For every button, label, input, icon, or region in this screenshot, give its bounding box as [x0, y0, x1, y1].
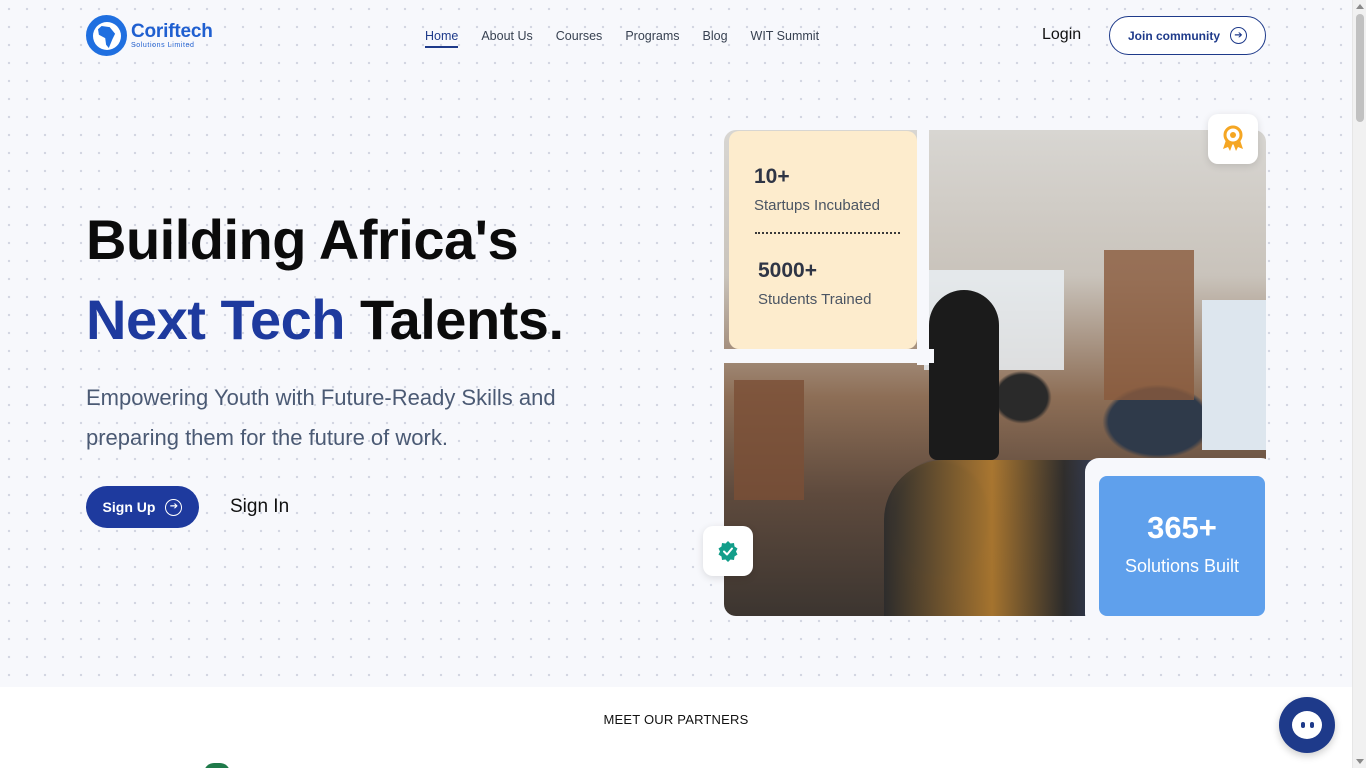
- divider: [755, 232, 900, 234]
- award-ribbon-icon: [1208, 114, 1258, 164]
- hero-title-line1: Building Africa's: [86, 208, 519, 271]
- scroll-up-arrow-icon[interactable]: [1356, 4, 1364, 9]
- chat-bubble-icon: [1292, 711, 1322, 739]
- hero-subtitle: Empowering Youth with Future-Ready Skill…: [86, 385, 556, 450]
- nav-home[interactable]: Home: [425, 29, 459, 48]
- login-link[interactable]: Login: [1042, 26, 1081, 44]
- solutions-card: 365+ Solutions Built: [1099, 476, 1265, 616]
- startups-label: Startups Incubated: [754, 197, 880, 214]
- arrow-right-circle-icon: ➔: [165, 498, 183, 516]
- hero-title: Building Africa's Next Tech Talents.: [86, 200, 564, 359]
- hero-title-rest: Talents.: [344, 287, 564, 351]
- partner-logo: [204, 763, 230, 768]
- sign-in-link[interactable]: Sign In: [230, 496, 289, 518]
- chat-widget-button[interactable]: [1279, 697, 1335, 753]
- main-nav: Home About Us Courses Programs Blog WIT …: [425, 29, 819, 48]
- students-value: 5000+: [758, 259, 817, 282]
- nav-blog[interactable]: Blog: [703, 29, 728, 48]
- nav-programs[interactable]: Programs: [625, 29, 679, 48]
- stats-card: 10+ Startups Incubated 5000+ Students Tr…: [729, 131, 917, 349]
- solutions-label: Solutions Built: [1124, 556, 1240, 576]
- scroll-down-arrow-icon[interactable]: [1356, 759, 1364, 764]
- solutions-value: 365+: [1147, 510, 1217, 545]
- nav-wit-summit[interactable]: WIT Summit: [751, 29, 820, 48]
- arrow-right-circle-icon: ➔: [1230, 27, 1247, 44]
- site-header: Coriftech Solutions Limited Home About U…: [0, 0, 1352, 72]
- join-community-label: Join community: [1127, 28, 1220, 43]
- join-community-button[interactable]: Join community ➔: [1109, 16, 1266, 55]
- scroll-thumb[interactable]: [1356, 14, 1364, 122]
- nav-courses[interactable]: Courses: [556, 29, 603, 48]
- nav-about-us[interactable]: About Us: [481, 29, 532, 48]
- hero-title-accent: Next Tech: [86, 287, 345, 351]
- brand-tagline: Solutions Limited: [131, 42, 195, 49]
- sign-up-label: Sign Up: [102, 499, 156, 515]
- africa-logo-icon: [86, 15, 127, 56]
- startups-value: 10+: [754, 165, 790, 188]
- verified-badge-icon: [703, 526, 753, 576]
- brand-logo[interactable]: Coriftech Solutions Limited: [86, 15, 213, 56]
- students-label: Students Trained: [758, 291, 872, 308]
- brand-name: Coriftech: [131, 21, 213, 42]
- partners-title: MEET OUR PARTNERS: [603, 712, 749, 727]
- partners-section: MEET OUR PARTNERS: [0, 687, 1352, 768]
- page-scrollbar[interactable]: [1352, 0, 1366, 768]
- sign-up-button[interactable]: Sign Up ➔: [86, 486, 199, 528]
